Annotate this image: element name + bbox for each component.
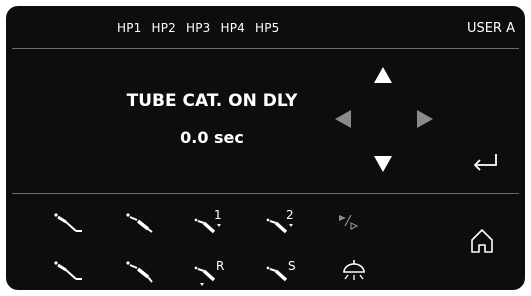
tab-hp3[interactable]: HP3 [186,21,211,35]
triangle-up-icon[interactable] [374,67,392,83]
triangle-down-icon[interactable] [374,156,392,172]
tab-hp1[interactable]: HP1 [117,21,142,35]
instrument-label: 1 [214,208,222,222]
home-icon[interactable] [468,227,496,255]
handpiece-contra-icon[interactable] [118,207,162,237]
tab-hp2[interactable]: HP2 [152,21,177,35]
setting-name: TUBE CAT. ON DLY [126,91,298,111]
operating-light-icon[interactable] [334,258,378,288]
triangle-right-icon[interactable] [417,110,433,128]
scaler-r-icon[interactable]: R [190,258,234,288]
instrument-label: R [216,259,224,273]
header-divider [12,48,519,49]
tab-hp4[interactable]: HP4 [221,21,246,35]
handpiece-straight-2-icon[interactable] [46,258,90,288]
instrument-label: S [288,259,296,273]
scaler-s-icon[interactable]: S [262,258,306,288]
scaler-1-icon[interactable]: 1 [190,207,234,237]
enter-return-icon[interactable] [472,153,498,171]
hp-tabs: HP1 HP2 HP3 HP4 HP5 [117,21,290,35]
control-panel: HP1 HP2 HP3 HP4 HP5 USER A TUBE CAT. ON … [6,6,525,290]
triangle-left-icon[interactable] [335,110,351,128]
play-forward-icon[interactable] [329,207,373,237]
tab-hp5[interactable]: HP5 [255,21,280,35]
content-divider [12,193,519,194]
handpiece-contra-2-icon[interactable] [118,258,162,288]
scaler-2-icon[interactable]: 2 [262,207,306,237]
instrument-label: 2 [286,208,294,222]
user-selector[interactable]: USER A [467,21,515,36]
setting-value: 0.0 sec [180,128,244,147]
handpiece-straight-icon[interactable] [46,207,90,237]
